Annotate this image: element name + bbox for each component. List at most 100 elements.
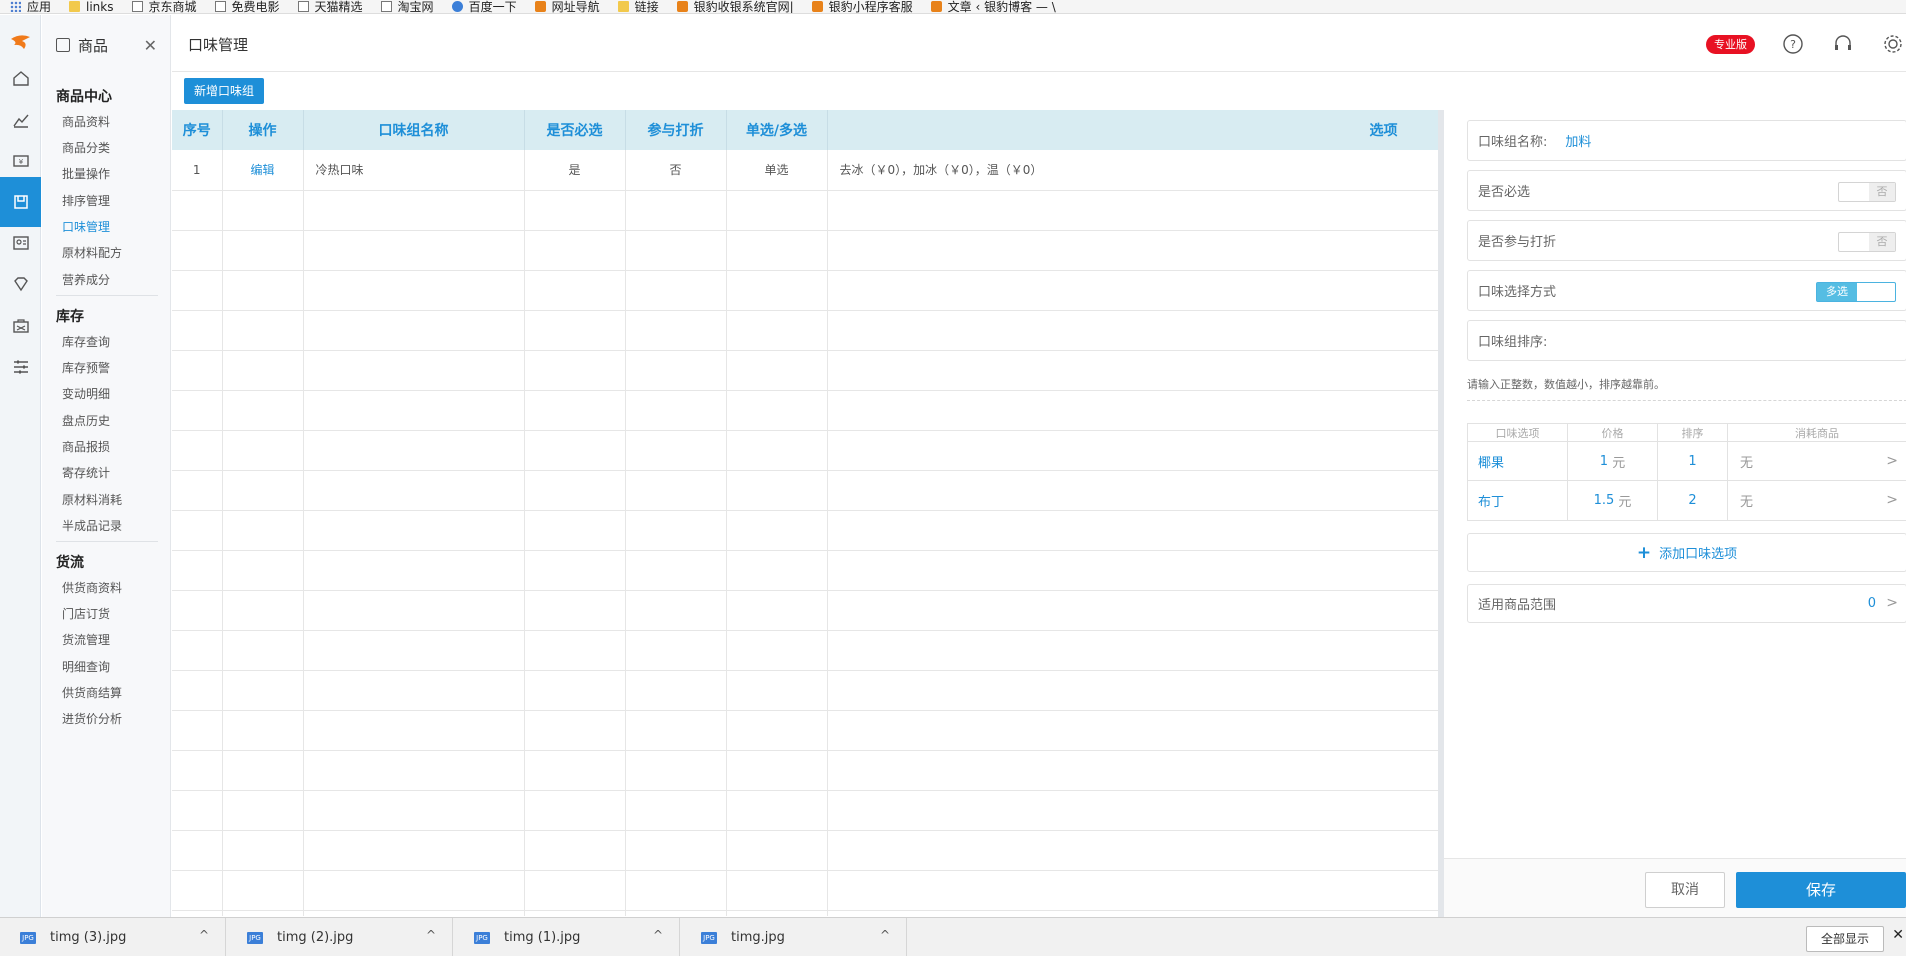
edit-flavor-group-drawer: 口味组名称: 加料 是否必选 否 是否参与打折 否 口味选择方式 多选 口味组排… (1438, 110, 1906, 917)
option-price[interactable]: 1.5 (1594, 493, 1615, 508)
required-toggle[interactable]: 否 (1838, 182, 1896, 202)
empty-row (172, 870, 1438, 911)
bookmark-miniprogram[interactable]: 银豹小程序客服 (811, 0, 913, 13)
bookmark-blog[interactable]: 文章 ‹ 银豹博客 — \ (930, 0, 1056, 13)
nav-item-product-loss[interactable]: 商品报损 (62, 438, 110, 455)
nav-item-deposit-stats[interactable]: 寄存统计 (62, 464, 110, 481)
product-scope-field[interactable]: 适用商品范围 0 > (1467, 584, 1906, 623)
show-all-downloads-button[interactable]: 全部显示 (1805, 926, 1884, 952)
option-price[interactable]: 1 (1600, 454, 1608, 469)
module-title: 商品 (78, 36, 109, 55)
group-name-field[interactable]: 口味组名称: 加料 (1467, 120, 1906, 161)
download-item[interactable]: JPG timg (2).jpg ^ (227, 918, 453, 956)
options-header-price: 价格 (1568, 424, 1658, 441)
bookmark-hao[interactable]: 网址导航 (534, 0, 600, 13)
empty-row (172, 710, 1438, 751)
bookmark-tmall[interactable]: 天猫精选 (297, 0, 363, 13)
cancel-button[interactable]: 取消 (1645, 872, 1725, 908)
option-row[interactable]: 布丁 1.5 元 2 无 > (1468, 481, 1906, 520)
edition-badge[interactable]: 专业版 (1706, 35, 1755, 54)
nav-item-material-consumption[interactable]: 原材料消耗 (62, 491, 122, 508)
column-header-select-mode[interactable]: 单选/多选 (726, 110, 828, 150)
module-header: 商品 ✕ (42, 15, 171, 75)
nav-item-change-detail[interactable]: 变动明细 (62, 385, 110, 402)
nav-item-semi-finished[interactable]: 半成品记录 (62, 517, 122, 534)
nav-item-sort-manage[interactable]: 排序管理 (62, 192, 110, 209)
download-item[interactable]: JPG timg.jpg ^ (681, 918, 907, 956)
bookmark-movies[interactable]: 免费电影 (214, 0, 280, 13)
column-header-group-name[interactable]: 口味组名称 (303, 110, 525, 150)
column-header-index[interactable]: 序号 (172, 110, 223, 150)
apps-icon (10, 1, 21, 12)
nav-item-stock-alert[interactable]: 库存预警 (62, 359, 110, 376)
required-field: 是否必选 否 (1467, 170, 1906, 211)
section-title-inventory: 库存 (56, 309, 84, 325)
column-header-required[interactable]: 是否必选 (524, 110, 626, 150)
option-sort[interactable]: 1 (1658, 442, 1728, 480)
chevron-up-icon[interactable]: ^ (199, 928, 209, 942)
nav-item-batch-ops[interactable]: 批量操作 (62, 165, 110, 182)
nav-item-supplier-info[interactable]: 供货商资料 (62, 579, 122, 596)
add-flavor-group-button[interactable]: 新增口味组 (184, 78, 264, 104)
bookmark-baidu[interactable]: 百度一下 (451, 0, 517, 13)
empty-row (172, 790, 1438, 831)
help-icon[interactable]: ? (1782, 33, 1804, 55)
nav-item-purchase-price-analysis[interactable]: 进货价分析 (62, 710, 122, 727)
column-header-discount[interactable]: 参与打折 (625, 110, 727, 150)
download-item[interactable]: JPG timg (3).jpg ^ (0, 918, 226, 956)
table-row[interactable]: 1 编辑 冷热口味 是 否 单选 去冰（￥0），加冰（￥0），温（￥0） (172, 150, 1438, 191)
chevron-up-icon[interactable]: ^ (880, 928, 890, 942)
bookmarks-bar: 应用 links 京东商城 免费电影 天猫精选 淘宝网 百度一下 网址导航 链接… (0, 0, 1906, 14)
option-name[interactable]: 布丁 (1468, 481, 1568, 520)
settings-sliders-icon[interactable] (0, 342, 41, 392)
edit-link[interactable]: 编辑 (222, 150, 304, 191)
close-icon[interactable]: ✕ (1892, 927, 1904, 943)
nav-item-logistics-manage[interactable]: 货流管理 (62, 631, 110, 648)
group-name-value[interactable]: 加料 (1565, 131, 1591, 150)
option-name[interactable]: 椰果 (1468, 442, 1568, 480)
gear-icon[interactable] (1882, 33, 1904, 55)
nav-item-product-category[interactable]: 商品分类 (62, 139, 110, 156)
empty-row (172, 590, 1438, 631)
bookmark-pospal[interactable]: 银豹收银系统官网| (676, 0, 794, 13)
module-iconbar: ¥ (0, 15, 41, 917)
column-header-action[interactable]: 操作 (222, 110, 304, 150)
discount-toggle[interactable]: 否 (1838, 232, 1896, 252)
option-row[interactable]: 椰果 1 元 1 无 > (1468, 442, 1906, 481)
option-consume[interactable]: 无 > (1728, 442, 1906, 480)
column-header-options[interactable]: 选项 (827, 110, 1438, 150)
chevron-up-icon[interactable]: ^ (426, 928, 436, 942)
scope-count: 0 (1867, 596, 1876, 611)
bookmark-apps[interactable]: 应用 (10, 0, 51, 13)
flavor-options-table: 口味选项 价格 排序 消耗商品 椰果 1 元 1 无 > 布丁 1.5 元 2 无… (1467, 423, 1906, 521)
nav-item-stocktake-history[interactable]: 盘点历史 (62, 412, 110, 429)
sort-field[interactable]: 口味组排序: (1467, 320, 1906, 361)
add-flavor-option-button[interactable]: + 添加口味选项 (1467, 533, 1906, 572)
nav-item-flavor-manage[interactable]: 口味管理 (62, 218, 110, 235)
bookmark-jd[interactable]: 京东商城 (131, 0, 197, 13)
nav-item-store-order[interactable]: 门店订货 (62, 605, 110, 622)
bookmark-links[interactable]: links (69, 0, 114, 13)
customer-service-icon[interactable] (1832, 33, 1854, 55)
download-item[interactable]: JPG timg (1).jpg ^ (454, 918, 680, 956)
close-icon[interactable]: ✕ (144, 36, 157, 55)
nav-item-product-info[interactable]: 商品资料 (62, 113, 110, 130)
select-mode-toggle[interactable]: 多选 (1816, 282, 1896, 302)
bookmark-taobao[interactable]: 淘宝网 (380, 0, 434, 13)
sub-navigation: 商品 ✕ 商品中心 商品资料 商品分类 批量操作 排序管理 口味管理 原材料配方… (42, 15, 171, 917)
empty-row (172, 550, 1438, 591)
required-label: 是否必选 (1478, 185, 1531, 200)
save-button[interactable]: 保存 (1736, 872, 1906, 908)
chevron-right-icon: > (1886, 595, 1898, 611)
bookmark-link-folder[interactable]: 链接 (617, 0, 659, 13)
option-consume[interactable]: 无 > (1728, 481, 1906, 520)
svg-text:¥: ¥ (18, 158, 23, 166)
empty-row (172, 350, 1438, 391)
option-sort[interactable]: 2 (1658, 481, 1728, 520)
chevron-up-icon[interactable]: ^ (653, 928, 663, 942)
nav-item-stock-query[interactable]: 库存查询 (62, 333, 110, 350)
nav-item-nutrition[interactable]: 营养成分 (62, 271, 110, 288)
nav-item-ingredient-formula[interactable]: 原材料配方 (62, 244, 122, 261)
nav-item-detail-query[interactable]: 明细查询 (62, 658, 110, 675)
nav-item-supplier-settlement[interactable]: 供货商结算 (62, 684, 122, 701)
